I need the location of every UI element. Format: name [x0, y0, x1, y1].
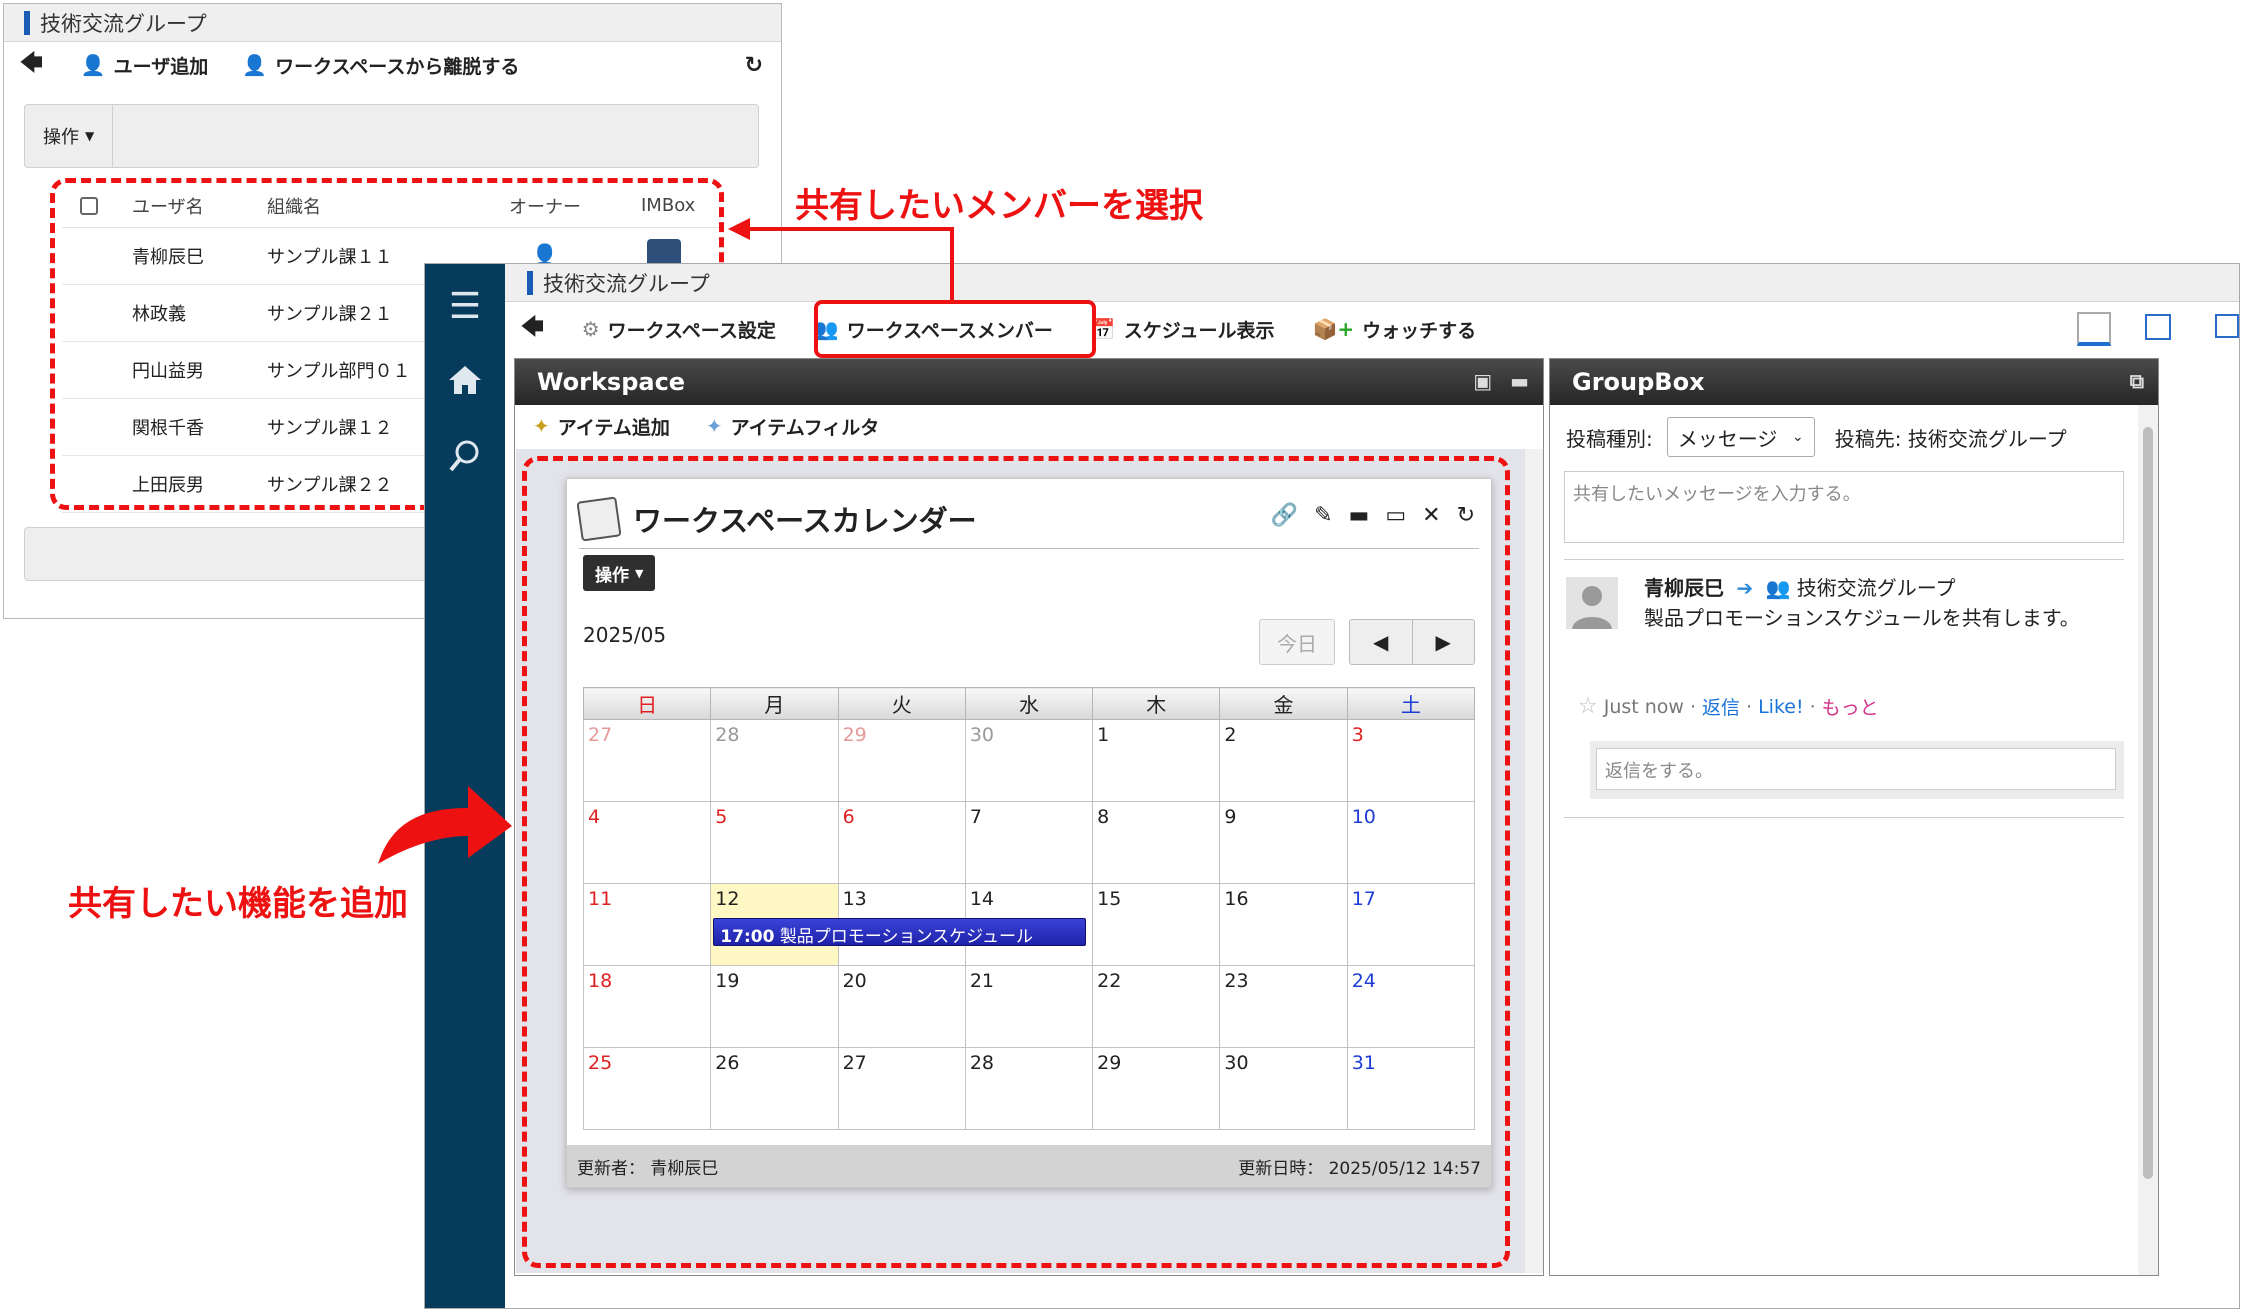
event-title: 製品プロモーションスケジュール — [779, 927, 1033, 947]
add-feature-annotation: 共有したい機能を追加 — [68, 884, 408, 924]
calendar-event[interactable]: 17:00 製品プロモーションスケジュール — [713, 918, 1087, 947]
select-members-annotation: 共有したいメンバーを選択 — [795, 186, 1203, 226]
event-time: 17:00 — [720, 927, 775, 947]
